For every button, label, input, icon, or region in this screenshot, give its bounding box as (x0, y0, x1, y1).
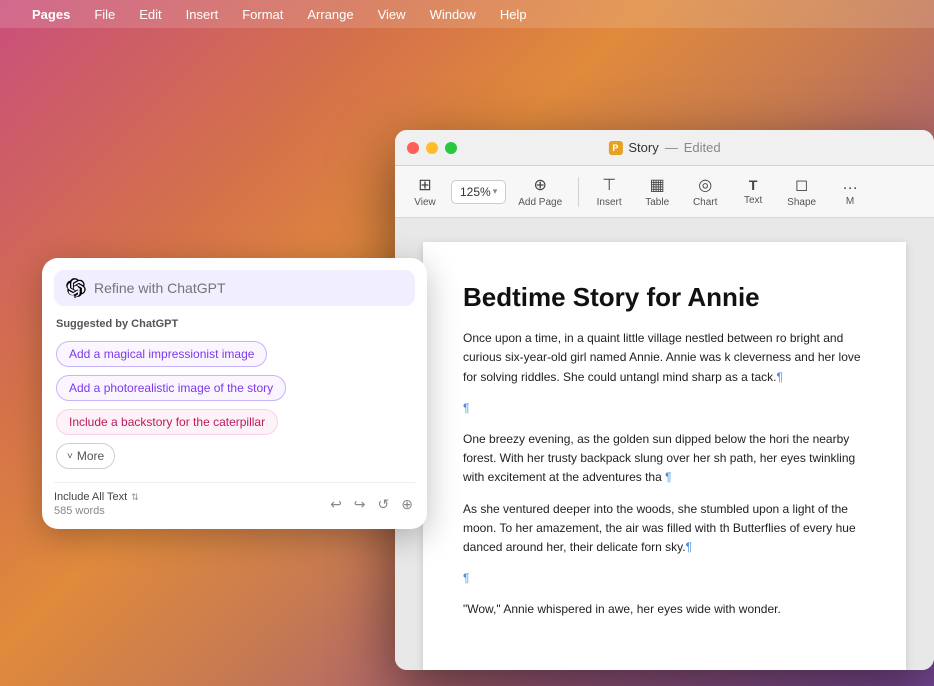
toolbar-text-label: Text (744, 195, 762, 206)
toolbar-divider-1 (578, 177, 579, 207)
window-title-separator: — (665, 140, 678, 155)
toolbar-shape-label: Shape (787, 197, 816, 208)
panel-footer: Include All Text ⇅ 585 words ↩ ↪ ↺ ⊕ (54, 482, 415, 517)
chart-icon: ◎ (698, 175, 712, 195)
include-arrows-icon: ⇅ (131, 492, 139, 503)
zoom-chevron-icon: ▾ (493, 186, 498, 197)
pages-file-icon: P (608, 141, 622, 155)
menubar: Pages File Edit Insert Format Arrange Vi… (0, 0, 934, 28)
undo-button[interactable]: ↩ (328, 494, 344, 515)
doc-paragraph-1: Once upon a time, in a quaint little vil… (463, 329, 866, 387)
more-button-label: More (77, 449, 104, 463)
footer-left: Include All Text ⇅ 585 words (54, 491, 139, 517)
pages-window: P Story — Edited ⊞ View 125% ▾ ⊕ Add Pag… (395, 130, 934, 670)
suggestions-list: Add a magical impressionist image Add a … (54, 338, 415, 472)
footer-actions: ↩ ↪ ↺ ⊕ (328, 494, 415, 515)
include-text-label: Include All Text (54, 491, 127, 503)
window-titlebar: P Story — Edited (395, 130, 934, 166)
toolbar-view[interactable]: ⊞ View (403, 171, 447, 212)
toolbar-add-page[interactable]: ⊕ Add Page (510, 171, 570, 212)
add-page-icon: ⊕ (534, 175, 547, 195)
menubar-edit[interactable]: Edit (135, 5, 165, 24)
toolbar-text[interactable]: T Text (731, 173, 775, 210)
toolbar-table-label: Table (645, 197, 669, 208)
document-page: Bedtime Story for Annie Once upon a time… (423, 242, 906, 670)
close-button[interactable] (407, 142, 419, 154)
suggestion-btn-3[interactable]: Include a backstory for the caterpillar (56, 409, 278, 435)
text-icon: T (749, 177, 758, 193)
document-title: Bedtime Story for Annie (463, 282, 866, 313)
refresh-button[interactable]: ↺ (376, 494, 392, 515)
menubar-file[interactable]: File (90, 5, 119, 24)
document-content[interactable]: Bedtime Story for Annie Once upon a time… (395, 218, 934, 670)
menubar-format[interactable]: Format (238, 5, 287, 24)
doc-paragraph-2: ¶ (463, 399, 866, 418)
window-title: P Story — Edited (608, 140, 720, 155)
doc-paragraph-3: One breezy evening, as the golden sun di… (463, 430, 866, 488)
menubar-help[interactable]: Help (496, 5, 531, 24)
suggested-label: Suggested by ChatGPT (54, 318, 415, 330)
toolbar-more[interactable]: … M (828, 172, 872, 211)
include-text[interactable]: Include All Text ⇅ (54, 491, 139, 503)
minimize-button[interactable] (426, 142, 438, 154)
zoom-selector[interactable]: 125% ▾ (451, 180, 506, 204)
redo-button[interactable]: ↪ (352, 494, 368, 515)
menubar-pages[interactable]: Pages (28, 5, 74, 24)
toolbar: ⊞ View 125% ▾ ⊕ Add Page ⊤ Insert ▦ Tabl… (395, 166, 934, 218)
word-count: 585 words (54, 505, 139, 517)
refine-input-container[interactable] (54, 270, 415, 306)
menubar-insert[interactable]: Insert (182, 5, 223, 24)
edited-label: Edited (684, 140, 721, 155)
toolbar-table[interactable]: ▦ Table (635, 171, 679, 212)
toolbar-more-label: M (846, 196, 854, 207)
add-button[interactable]: ⊕ (399, 494, 415, 515)
doc-paragraph-4: As she ventured deeper into the woods, s… (463, 500, 866, 558)
doc-paragraph-5: ¶ (463, 569, 866, 588)
toolbar-insert[interactable]: ⊤ Insert (587, 171, 631, 212)
shape-icon: ◻ (795, 175, 808, 195)
toolbar-insert-label: Insert (597, 197, 622, 208)
suggestion-btn-2[interactable]: Add a photorealistic image of the story (56, 375, 286, 401)
chatgpt-panel: Suggested by ChatGPT Add a magical impre… (42, 258, 427, 529)
view-icon: ⊞ (418, 175, 431, 195)
list-item: Include a backstory for the caterpillar (54, 406, 415, 438)
menubar-view[interactable]: View (374, 5, 410, 24)
suggestion-btn-1[interactable]: Add a magical impressionist image (56, 341, 267, 367)
list-item: Add a photorealistic image of the story (54, 372, 415, 404)
list-item: Add a magical impressionist image (54, 338, 415, 370)
doc-paragraph-6: "Wow," Annie whispered in awe, her eyes … (463, 600, 866, 619)
insert-icon: ⊤ (602, 175, 616, 195)
menubar-arrange[interactable]: Arrange (303, 5, 357, 24)
more-button[interactable]: ˅ More (56, 443, 115, 469)
maximize-button[interactable] (445, 142, 457, 154)
chatgpt-logo-icon (66, 278, 86, 298)
toolbar-chart[interactable]: ◎ Chart (683, 171, 727, 212)
traffic-lights (407, 142, 457, 154)
toolbar-add-page-label: Add Page (518, 197, 562, 208)
refine-input[interactable] (94, 280, 403, 296)
menubar-window[interactable]: Window (426, 5, 480, 24)
chevron-down-icon: ˅ (67, 451, 73, 462)
toolbar-chart-label: Chart (693, 197, 717, 208)
toolbar-view-label: View (414, 197, 436, 208)
zoom-value: 125% (460, 185, 491, 199)
toolbar-shape[interactable]: ◻ Shape (779, 171, 824, 212)
more-toolbar-icon: … (842, 176, 858, 194)
table-icon: ▦ (650, 175, 665, 195)
window-title-text: Story (628, 140, 658, 155)
list-item: ˅ More (54, 440, 415, 472)
